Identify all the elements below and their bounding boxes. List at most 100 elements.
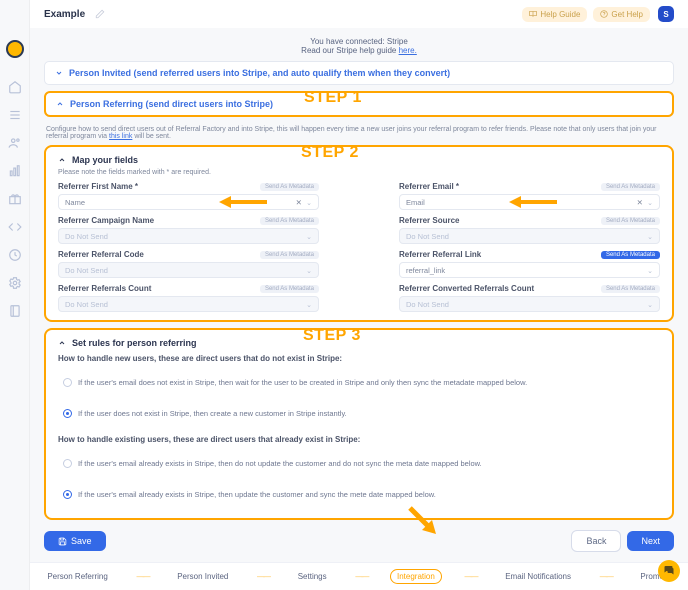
- existing-users-heading: How to handle existing users, these are …: [58, 435, 660, 444]
- back-button[interactable]: Back: [571, 530, 621, 552]
- radio-icon: [63, 378, 72, 387]
- existing-users-option-0[interactable]: If the user's email already exists in St…: [58, 448, 660, 479]
- field-select[interactable]: Do Not Send⌄: [58, 228, 319, 244]
- banner-guide-link[interactable]: here.: [399, 46, 417, 55]
- existing-users-option-1[interactable]: If the user's email already exists in St…: [58, 479, 660, 510]
- field-select[interactable]: Do Not Send ⌄: [58, 296, 319, 312]
- chat-launcher[interactable]: [658, 560, 680, 582]
- stepper-separator: ——: [257, 572, 269, 581]
- select-value: referral_link: [406, 266, 445, 275]
- book-open-icon: [529, 10, 537, 18]
- book-icon[interactable]: [8, 304, 22, 318]
- metadata-badge[interactable]: Send As Metadata: [601, 183, 660, 191]
- home-icon[interactable]: [8, 80, 22, 94]
- stepper-settings[interactable]: Settings: [292, 570, 333, 583]
- chat-icon: [663, 565, 675, 577]
- help-guide-button[interactable]: Help Guide: [522, 7, 587, 22]
- field-referrer-converted-referrals-count: Referrer Converted Referrals Count Send A…: [399, 284, 660, 312]
- gear-icon[interactable]: [8, 276, 22, 290]
- config-description: Configure how to send direct users out o…: [44, 123, 674, 145]
- analytics-icon[interactable]: [8, 164, 22, 178]
- metadata-badge[interactable]: Send As Metadata: [601, 217, 660, 225]
- stepper-separator: ——: [600, 572, 612, 581]
- field-select[interactable]: Do Not Send ⌄: [58, 262, 319, 278]
- field-select[interactable]: referral_link ⌄: [399, 262, 660, 278]
- this-link[interactable]: this link: [109, 133, 132, 140]
- field-referrer-first-name-: Referrer First Name *Send As Metadata Na…: [58, 182, 319, 210]
- select-caret: ⌄: [306, 300, 312, 309]
- get-help-label: Get Help: [611, 10, 643, 19]
- select-caret: ⌄: [306, 266, 312, 275]
- metadata-badge[interactable]: Send As Metadata: [260, 217, 319, 225]
- select-caret: ⌄: [647, 232, 653, 241]
- accordion-person-invited[interactable]: Person Invited (send referred users into…: [44, 61, 674, 85]
- users-icon[interactable]: [8, 136, 22, 150]
- code-icon[interactable]: [8, 220, 22, 234]
- accordion-person-referring[interactable]: Person Referring (send direct users into…: [44, 91, 674, 117]
- new-users-option-0[interactable]: If the user's email does not exist in St…: [58, 367, 660, 398]
- metadata-badge[interactable]: Send As Metadata: [260, 285, 319, 293]
- required-note: Please note the fields marked with * are…: [58, 169, 660, 176]
- stepper-integration[interactable]: Integration: [390, 569, 442, 584]
- field-label-text: Referrer Source: [399, 216, 459, 225]
- select-caret: ✕ ⌄: [637, 198, 653, 207]
- new-users-option-1[interactable]: If the user does not exist in Stripe, th…: [58, 398, 660, 429]
- field-referrer-referrals-count: Referrer Referrals Count Send As Metadata…: [58, 284, 319, 312]
- progress-stepper: Person Referring —— Person Invited —— Settin…: [30, 562, 688, 590]
- connection-banner: You have connected: Stripe Read our Stri…: [44, 34, 674, 61]
- field-select[interactable]: Do Not Send ⌄: [399, 228, 660, 244]
- field-referrer-campaign-name: Referrer Campaign Name Send As Metadata D…: [58, 216, 319, 244]
- select-value: Do Not Send: [65, 266, 108, 275]
- chevron-down-icon: [55, 69, 63, 77]
- metadata-badge[interactable]: Send As Metadata: [260, 183, 319, 191]
- save-icon: [58, 537, 67, 546]
- banner-line1: You have connected: Stripe: [44, 37, 674, 46]
- field-referrer-referral-link: Referrer Referral LinkSend As Metadata r…: [399, 250, 660, 278]
- select-value: Name: [65, 198, 85, 207]
- select-value: Do Not Send: [406, 232, 449, 241]
- field-select[interactable]: Email✕ ⌄: [399, 194, 660, 210]
- metadata-badge[interactable]: Send As Metadata: [601, 285, 660, 293]
- select-value: Do Not Send: [406, 300, 449, 309]
- field-referrer-email-: Referrer Email *Send As Metadata Email✕ …: [399, 182, 660, 210]
- chevron-up-icon: [58, 339, 66, 347]
- field-select[interactable]: Name✕ ⌄: [58, 194, 319, 210]
- chevron-up-icon: [56, 100, 64, 108]
- stepper-separator: ——: [355, 572, 367, 581]
- page-title: Example: [44, 9, 85, 20]
- clock-icon[interactable]: [8, 248, 22, 262]
- select-caret: ⌄: [647, 266, 653, 275]
- edit-icon[interactable]: [95, 9, 105, 19]
- radio-icon: [63, 459, 72, 468]
- field-select[interactable]: Do Not Send ⌄: [399, 296, 660, 312]
- field-label-text: Referrer Referrals Count: [58, 284, 151, 293]
- select-value: Do Not Send: [65, 300, 108, 309]
- help-guide-label: Help Guide: [540, 10, 580, 19]
- next-button[interactable]: Next: [627, 531, 674, 551]
- radio-icon: [63, 409, 72, 418]
- stepper-person-invited[interactable]: Person Invited: [171, 570, 234, 583]
- gift-icon[interactable]: [8, 192, 22, 206]
- accordion-referring-label: Person Referring (send direct users into…: [70, 99, 273, 109]
- avatar[interactable]: S: [658, 6, 674, 22]
- metadata-badge[interactable]: Send As Metadata: [260, 251, 319, 259]
- chevron-up-icon: [58, 156, 66, 164]
- stepper-person-referring[interactable]: Person Referring: [41, 570, 113, 583]
- select-value: Do Not Send: [65, 232, 108, 241]
- field-referrer-source: Referrer Source Send As Metadata Do Not S…: [399, 216, 660, 244]
- map-fields-title: Map your fields: [72, 155, 138, 165]
- content-area: You have connected: Stripe Read our Stri…: [30, 28, 688, 562]
- stepper-separator: ——: [465, 572, 477, 581]
- left-rail: [0, 0, 30, 590]
- sliders-icon[interactable]: [8, 108, 22, 122]
- rules-title: Set rules for person referring: [72, 338, 197, 348]
- stepper-email-notifications[interactable]: Email Notifications: [499, 570, 577, 583]
- field-label-text: Referrer Campaign Name: [58, 216, 154, 225]
- metadata-badge[interactable]: Send As Metadata: [601, 251, 660, 259]
- radio-icon: [63, 490, 72, 499]
- select-caret: ⌄: [647, 300, 653, 309]
- field-label-text: Referrer Converted Referrals Count: [399, 284, 534, 293]
- save-button[interactable]: Save: [44, 531, 106, 551]
- brand-logo: [6, 40, 24, 58]
- get-help-button[interactable]: Get Help: [593, 7, 650, 22]
